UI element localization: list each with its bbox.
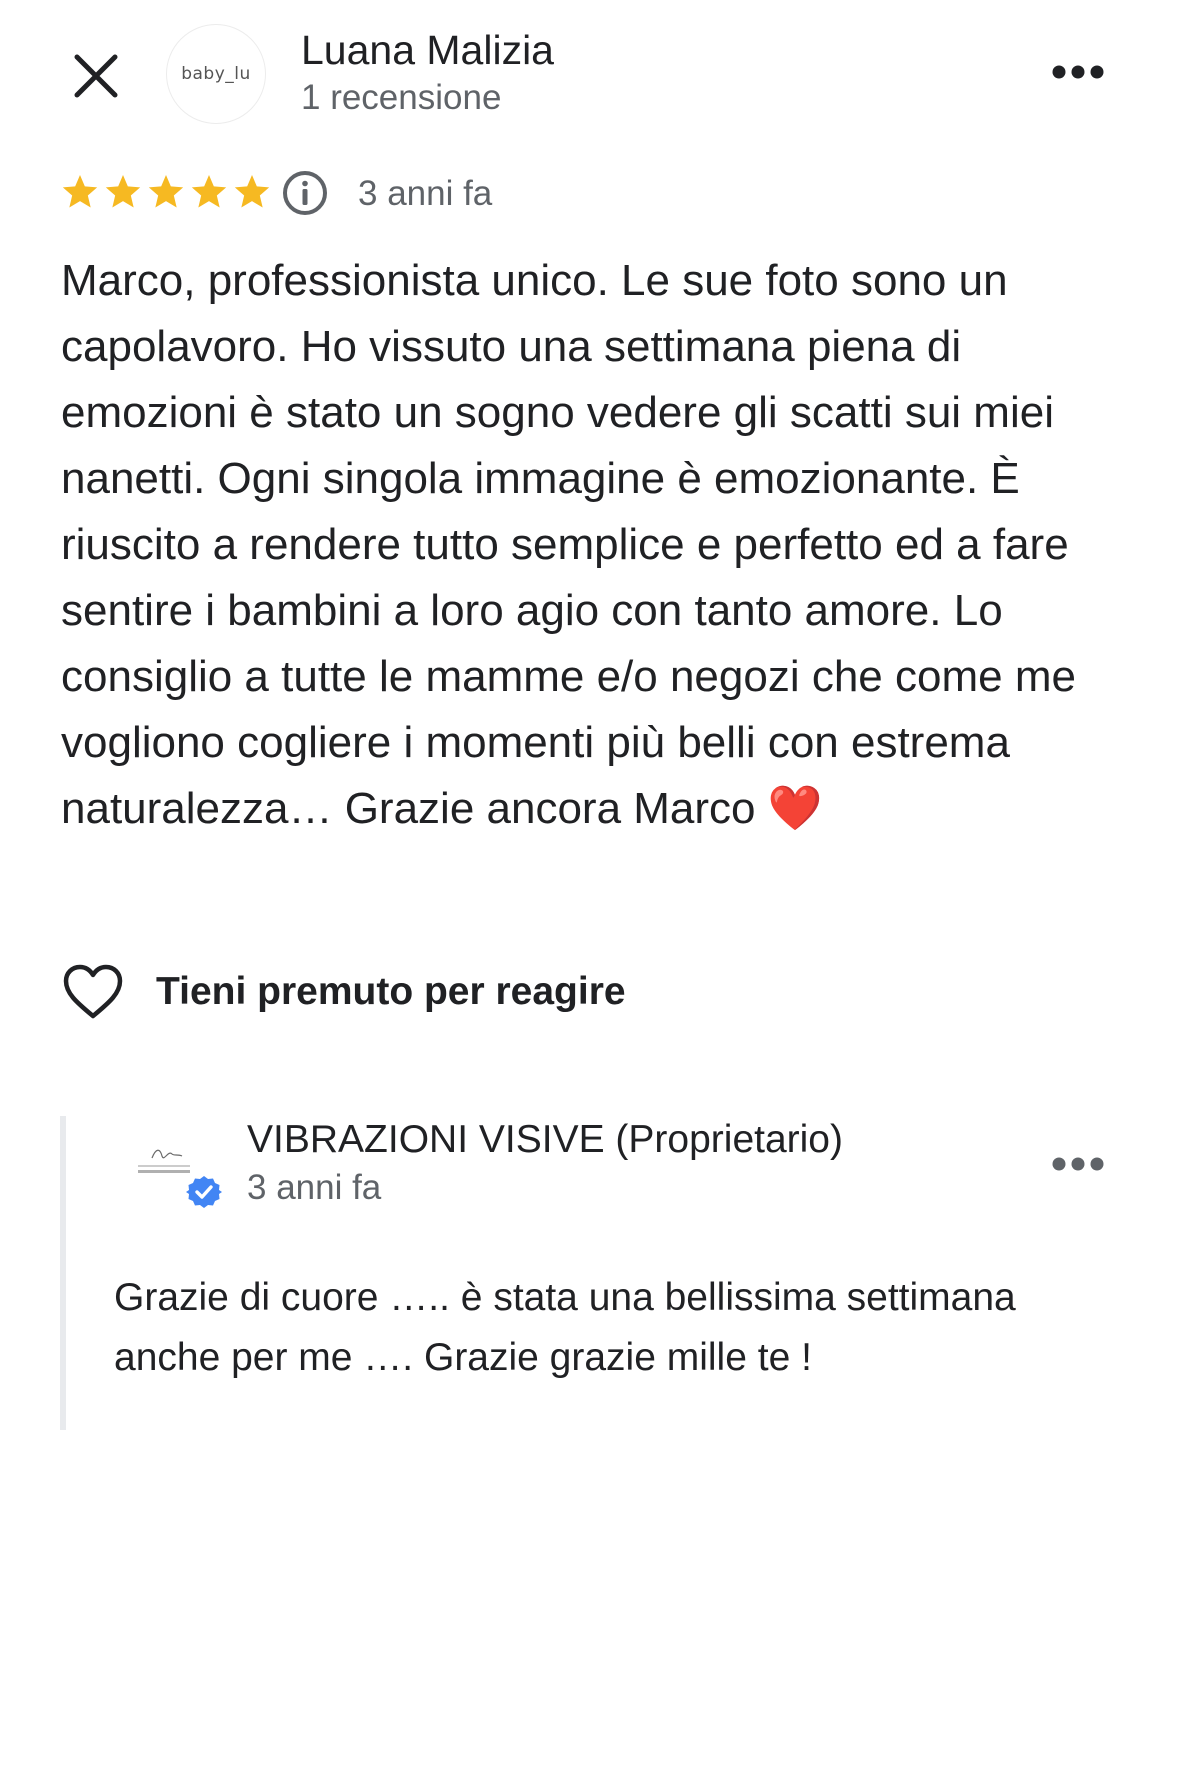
star-rating	[60, 170, 272, 216]
owner-name[interactable]: VIBRAZIONI VISIVE (Proprietario)	[247, 1116, 843, 1164]
info-icon[interactable]	[282, 170, 328, 216]
more-horizontal-icon	[1052, 1157, 1104, 1171]
heart-outline-icon	[63, 964, 123, 1019]
reviewer-review-count: 1 recensione	[301, 78, 502, 117]
close-button[interactable]	[60, 40, 132, 112]
review-time: 3 anni fa	[358, 174, 493, 213]
star-icon	[234, 175, 270, 208]
reply-divider	[60, 1116, 66, 1430]
more-horizontal-icon	[1052, 65, 1104, 79]
verified-badge-icon	[186, 1176, 222, 1208]
react-button[interactable]: Tieni premuto per reagire	[62, 964, 626, 1020]
star-icon	[105, 175, 141, 208]
reviewer-avatar[interactable]: baby_lu	[166, 24, 266, 124]
owner-reply-more-button[interactable]	[1040, 1136, 1116, 1192]
star-icon	[62, 175, 98, 208]
more-options-button[interactable]	[1040, 44, 1116, 100]
close-icon	[74, 54, 118, 98]
reviewer-name[interactable]: Luana Malizia	[301, 26, 554, 74]
avatar-logo-text: baby_lu	[181, 64, 251, 84]
react-label: Tieni premuto per reagire	[156, 970, 626, 1013]
review-text: Marco, professionista unico. Le sue foto…	[61, 256, 1076, 833]
star-icon	[148, 175, 184, 208]
owner-reply-time: 3 anni fa	[247, 1168, 382, 1207]
owner-reply-text: Grazie di cuore ….. è stata una bellissi…	[114, 1276, 1016, 1379]
star-icon	[191, 175, 227, 208]
